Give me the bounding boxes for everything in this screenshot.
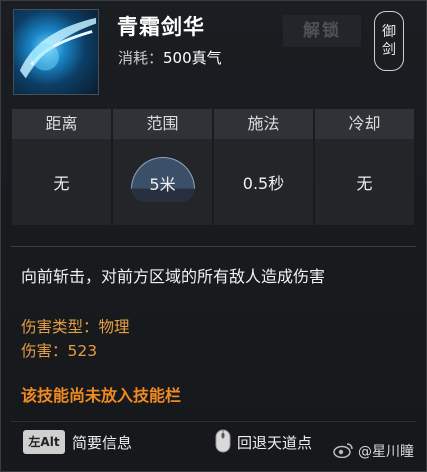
range-value: 5米	[149, 175, 176, 194]
mouse-icon	[215, 429, 231, 453]
school-badge-char-2: 剑	[382, 42, 396, 58]
return-skill-point-button[interactable]: 回退天道点	[237, 432, 312, 453]
unlock-label: 解锁	[283, 15, 361, 47]
school-badge: 御 剑	[374, 11, 404, 71]
cost-line: 消耗：500真气	[118, 47, 222, 68]
skill-name: 青霜剑华	[117, 14, 205, 39]
alt-key-hint[interactable]: 左Alt	[23, 430, 65, 454]
divider	[11, 246, 416, 247]
skill-description: 向前斩击，对前方区域的所有敌人造成伤害	[21, 267, 326, 286]
stat-header-cast: 施法	[214, 109, 313, 139]
cost-value: 500真气	[163, 49, 222, 67]
stat-value-distance: 无	[12, 139, 111, 225]
stats-table: 距离 范围 施法 冷却 无 5米 0.5秒 无	[12, 109, 414, 227]
skill-tooltip-panel: 青霜剑华 消耗：500真气 解锁 御 剑 距离 范围 施法 冷却 无 5米 0.…	[0, 0, 427, 472]
stat-value-cast: 0.5秒	[214, 139, 313, 225]
weibo-icon	[333, 443, 353, 458]
stat-header-distance: 距离	[12, 109, 111, 139]
stat-header-cooldown: 冷却	[315, 109, 414, 139]
brief-info-label: 简要信息	[72, 434, 133, 452]
damage-type: 伤害类型：物理	[21, 318, 130, 336]
watermark: @星川瞳	[358, 444, 414, 460]
sword-skill-icon	[13, 9, 99, 95]
school-badge-char-1: 御	[382, 24, 396, 40]
footer-divider	[11, 421, 416, 422]
damage-value: 伤害：523	[21, 342, 98, 360]
not-equipped-warning: 该技能尚未放入技能栏	[21, 386, 182, 405]
stat-value-cooldown: 无	[315, 139, 414, 225]
stat-header-range: 范围	[113, 109, 212, 139]
cost-label: 消耗：	[118, 49, 164, 67]
stat-value-range: 5米	[113, 139, 212, 225]
